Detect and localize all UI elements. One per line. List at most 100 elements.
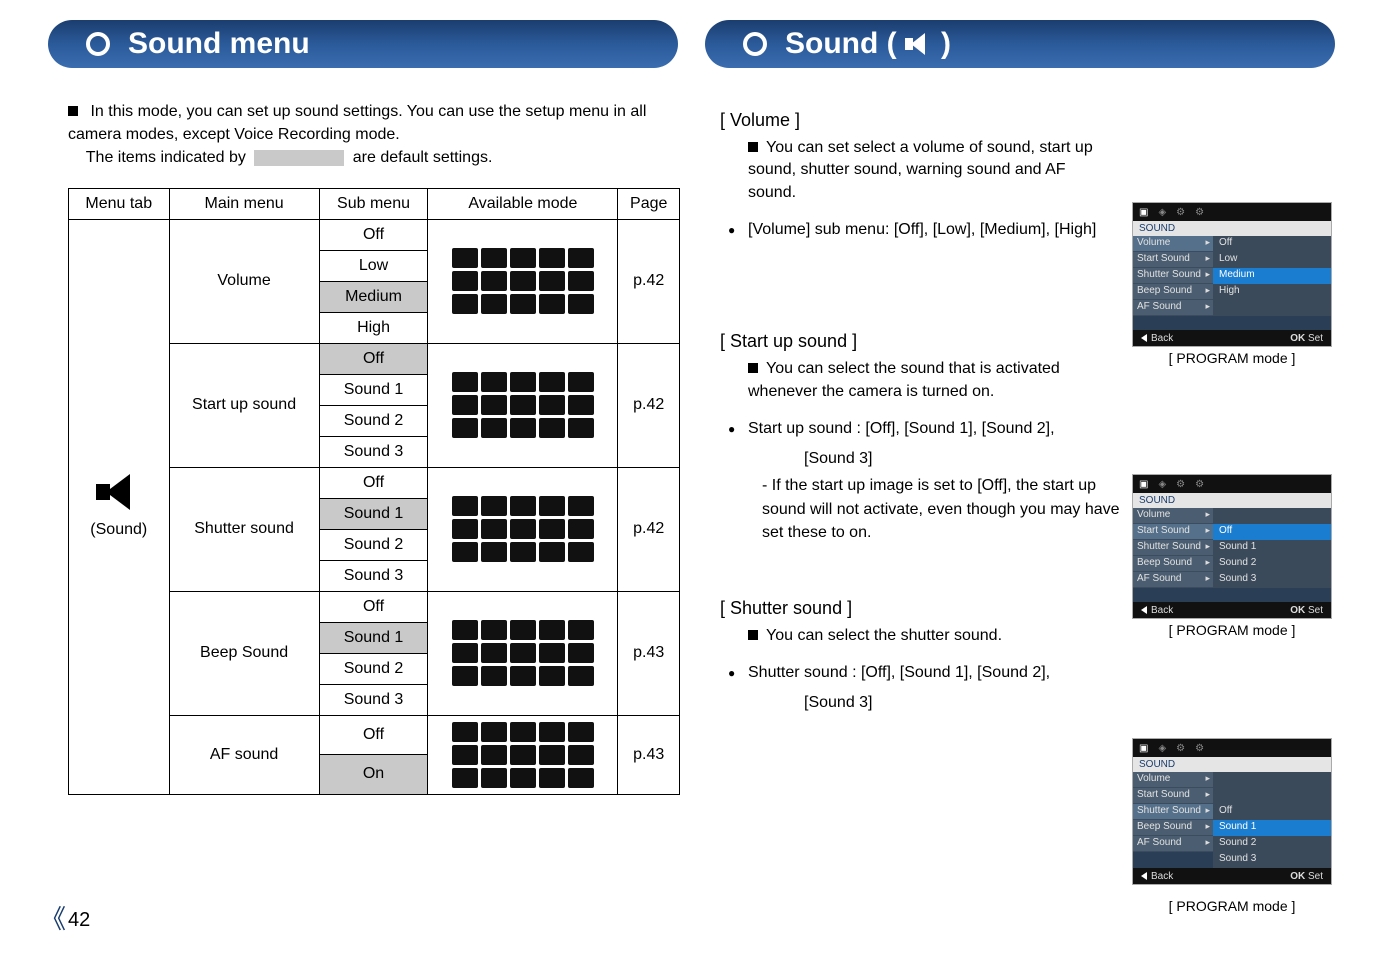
mode-icon [510, 620, 536, 640]
mode-icon [481, 666, 507, 686]
available-mode-cell [428, 219, 618, 343]
mode-icon [481, 620, 507, 640]
lcd-row: Volume [1133, 772, 1331, 788]
mode-icon [481, 643, 507, 663]
lcd-row: AF SoundSound 2 [1133, 836, 1331, 852]
main-menu-cell: Start up sound [169, 343, 319, 467]
mode-icon [539, 294, 565, 314]
mode-icon [568, 620, 594, 640]
lcd-row: Shutter SoundMedium [1133, 268, 1331, 284]
lcd-row: Start SoundLow [1133, 252, 1331, 268]
main-menu-cell: Shutter sound [169, 467, 319, 591]
mode-icon [510, 271, 536, 291]
lcd-footer: Back OK Set [1133, 602, 1331, 618]
lcd1-caption: [ PROGRAM mode ] [1132, 350, 1332, 366]
lcd-row-value: Sound 1 [1213, 540, 1331, 556]
th-sub-menu: Sub menu [319, 188, 428, 219]
mode-icon [481, 248, 507, 268]
lcd-row: Beep SoundSound 1 [1133, 820, 1331, 836]
lcd-row-label: Volume [1133, 772, 1213, 788]
square-bullet [748, 363, 758, 373]
mode-icon [539, 271, 565, 291]
sub-menu-cell: Sound 1 [319, 374, 428, 405]
lcd-row-label: Start Sound [1133, 252, 1213, 268]
page-number: 《42 [40, 899, 90, 936]
left-column: In this mode, you can set up sound setti… [68, 100, 680, 795]
lcd-row: AF Sound [1133, 300, 1331, 316]
mode-icon [510, 722, 536, 742]
default-swatch [254, 150, 344, 166]
mode-icon [539, 395, 565, 415]
mode-icon [452, 248, 478, 268]
lcd-row-value [1213, 508, 1331, 524]
lcd-row-value: Off [1213, 804, 1331, 820]
mode-icon [510, 643, 536, 663]
main-menu-cell: Volume [169, 219, 319, 343]
sub-menu-cell: Off [319, 591, 428, 622]
lcd-row-label: Start Sound [1133, 524, 1213, 540]
mode-icon [510, 248, 536, 268]
mode-icon [510, 745, 536, 765]
square-bullet [68, 106, 78, 116]
mode-icon [568, 745, 594, 765]
page-cell: p.42 [618, 219, 680, 343]
mode-icon [452, 418, 478, 438]
sub-menu-cell: Sound 1 [319, 498, 428, 529]
mode-icon [452, 666, 478, 686]
lcd-back: Back [1151, 605, 1173, 616]
lcd-row-value: Sound 2 [1213, 836, 1331, 852]
lcd-row-label: Start Sound [1133, 788, 1213, 804]
mode-icon [452, 271, 478, 291]
mode-icon [481, 372, 507, 392]
lcd-sound-tab: SOUND [1133, 221, 1331, 236]
mode-icon [481, 542, 507, 562]
mode-icon [452, 519, 478, 539]
mode-icon [539, 768, 565, 788]
sub-menu-cell: Low [319, 250, 428, 281]
mode-icon [539, 745, 565, 765]
mode-icon [539, 542, 565, 562]
intro-line2a: The items indicated by [86, 149, 246, 166]
lcd-row-label: AF Sound [1133, 572, 1213, 588]
lcd-tabs: ▣◈⚙⚙ [1133, 203, 1331, 221]
square-bullet [748, 142, 758, 152]
lcd-footer: Back OK Set [1133, 868, 1331, 884]
lcd-ok: OK [1290, 871, 1305, 882]
available-mode-cell [428, 343, 618, 467]
mode-icon [568, 519, 594, 539]
lcd-row-label: Volume [1133, 236, 1213, 252]
speaker-icon [96, 474, 142, 510]
right-title-close: ) [933, 27, 951, 61]
shutter-line1: Shutter sound : [Off], [Sound 1], [Sound… [748, 661, 1332, 684]
mode-icon [539, 666, 565, 686]
lcd-row: VolumeOff [1133, 236, 1331, 252]
startup-note: - If the start up image is set to [Off],… [762, 474, 1122, 544]
mode-icon [568, 395, 594, 415]
lcd-row-label: AF Sound [1133, 836, 1213, 852]
sub-menu-cell: Medium [319, 281, 428, 312]
shutter-line1b: [Sound 3] [804, 694, 1332, 712]
mode-icon [539, 643, 565, 663]
lcd-row-value: Off [1213, 236, 1331, 252]
sub-menu-cell: Off [319, 343, 428, 374]
lcd-row-label: Beep Sound [1133, 556, 1213, 572]
mode-icon [510, 768, 536, 788]
mode-icon [568, 248, 594, 268]
th-menu-tab: Menu tab [69, 188, 170, 219]
lcd-row: Start Sound [1133, 788, 1331, 804]
table-row: (Sound)VolumeOffp.42 [69, 219, 680, 250]
shutter-desc: You can select the shutter sound. [766, 627, 1002, 644]
right-title: Sound ( [785, 27, 897, 61]
lcd-set: Set [1308, 333, 1323, 344]
page-cell: p.42 [618, 343, 680, 467]
mode-icon [568, 666, 594, 686]
th-page: Page [618, 188, 680, 219]
mode-icon [568, 643, 594, 663]
mode-icon [452, 395, 478, 415]
mode-icon [481, 496, 507, 516]
mode-icon [452, 542, 478, 562]
lcd-row-value: Sound 1 [1213, 820, 1331, 836]
sub-menu-cell: Sound 2 [319, 529, 428, 560]
lcd-row-value: Off [1213, 524, 1331, 540]
sub-menu-cell: Off [319, 219, 428, 250]
